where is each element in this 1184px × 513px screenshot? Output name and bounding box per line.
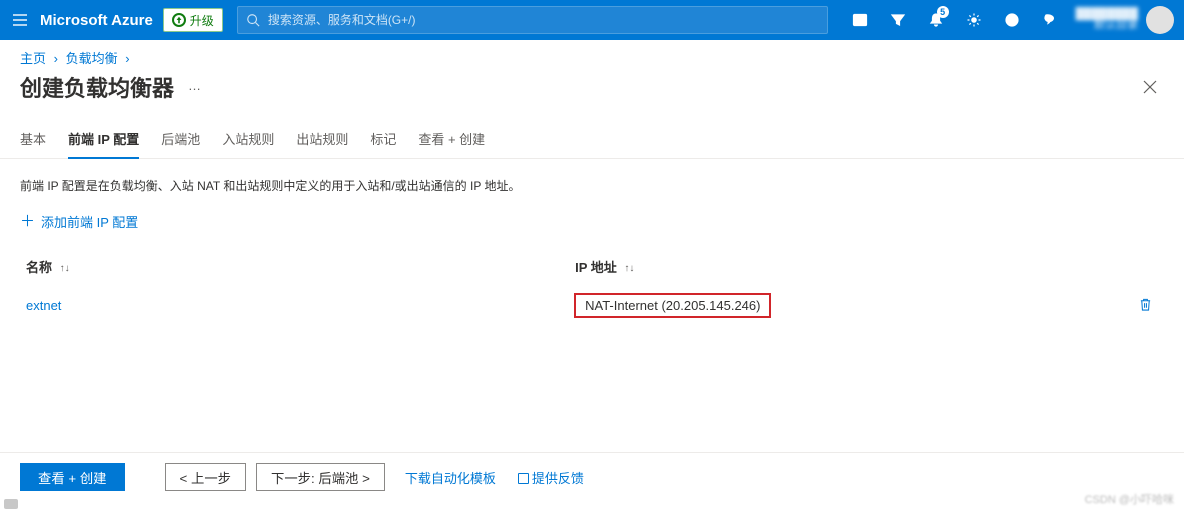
feedback-icon[interactable] <box>1032 0 1068 40</box>
more-actions[interactable]: … <box>188 78 203 93</box>
settings-icon[interactable] <box>956 0 992 40</box>
table-row: extnet NAT-Internet (20.205.145.246) <box>20 284 1164 327</box>
delete-icon[interactable] <box>1139 300 1152 315</box>
download-template-link[interactable]: 下载自动化模板 <box>405 468 496 487</box>
scrollbar-thumb[interactable] <box>4 499 18 509</box>
title-row: 创建负载均衡器 … <box>0 67 1184 105</box>
watermark: CSDN @小吓哈咪 <box>1085 491 1174 507</box>
description: 前端 IP 配置是在负载均衡、入站 NAT 和出站规则中定义的用于入站和/或出站… <box>20 177 1164 194</box>
review-create-button[interactable]: 查看 + 创建 <box>20 463 125 491</box>
search-input[interactable] <box>266 12 819 28</box>
row-name[interactable]: extnet <box>26 298 61 313</box>
search-box[interactable] <box>237 6 828 34</box>
col-delete <box>1118 249 1164 284</box>
upgrade-label: 升级 <box>190 12 214 29</box>
col-name-label: 名称 <box>26 260 52 275</box>
brand[interactable]: Microsoft Azure <box>40 12 153 29</box>
feedback-link[interactable]: 提供反馈 <box>518 468 584 487</box>
tab-tags[interactable]: 标记 <box>370 129 396 158</box>
close-icon[interactable] <box>1136 73 1164 101</box>
add-frontend-ip-button[interactable]: ＋ 添加前端 IP 配置 <box>20 212 138 231</box>
avatar <box>1146 6 1174 34</box>
upgrade-button[interactable]: 升级 <box>163 8 223 32</box>
notification-badge: 5 <box>937 6 949 18</box>
sort-icon: ↑↓ <box>624 263 634 274</box>
breadcrumb-item-home[interactable]: 主页 <box>20 51 46 66</box>
table-header-row: 名称 ↑↓ IP 地址 ↑↓ <box>20 249 1164 284</box>
breadcrumb-sep: › <box>121 51 133 66</box>
notifications-icon[interactable]: 5 <box>918 0 954 40</box>
cloud-shell-icon[interactable] <box>842 0 878 40</box>
tab-basic[interactable]: 基本 <box>20 129 46 158</box>
frontend-ip-table: 名称 ↑↓ IP 地址 ↑↓ extnet NAT-Internet (20.2… <box>20 249 1164 327</box>
tab-outbound-rules[interactable]: 出站规则 <box>296 129 348 158</box>
breadcrumb-item-lb[interactable]: 负载均衡 <box>66 51 118 66</box>
feedback-small-icon <box>518 473 529 484</box>
col-ip[interactable]: IP 地址 ↑↓ <box>569 249 1118 284</box>
account-area[interactable]: ████████默认目录 <box>1070 6 1174 34</box>
content: 前端 IP 配置是在负载均衡、入站 NAT 和出站规则中定义的用于入站和/或出站… <box>0 159 1184 327</box>
topbar: Microsoft Azure 升级 5 ██ <box>0 0 1184 40</box>
tabs: 基本 前端 IP 配置 后端池 入站规则 出站规则 标记 查看 + 创建 <box>0 105 1184 159</box>
next-button[interactable]: 下一步: 后端池 > <box>256 463 385 491</box>
add-label: 添加前端 IP 配置 <box>41 212 138 231</box>
filter-icon[interactable] <box>880 0 916 40</box>
search-icon <box>246 13 260 27</box>
tab-review-create[interactable]: 查看 + 创建 <box>418 129 485 158</box>
help-icon[interactable] <box>994 0 1030 40</box>
tab-frontend-ip[interactable]: 前端 IP 配置 <box>68 129 139 158</box>
upgrade-icon <box>172 13 186 27</box>
tab-backend-pool[interactable]: 后端池 <box>161 129 200 158</box>
footer: 查看 + 创建 < 上一步 下一步: 后端池 > 下载自动化模板 提供反馈 <box>0 452 1184 491</box>
row-ip: NAT-Internet (20.205.145.246) <box>575 294 770 317</box>
topbar-actions: 5 ████████默认目录 <box>842 0 1174 40</box>
col-ip-label: IP 地址 <box>575 260 617 275</box>
page-title: 创建负载均衡器 <box>20 71 174 103</box>
breadcrumb: 主页 › 负载均衡 › <box>0 40 1184 67</box>
breadcrumb-sep: › <box>50 51 62 66</box>
prev-button[interactable]: < 上一步 <box>165 463 246 491</box>
sort-icon: ↑↓ <box>60 263 70 274</box>
menu-icon[interactable] <box>10 10 30 30</box>
feedback-label: 提供反馈 <box>532 471 584 486</box>
plus-icon: ＋ <box>20 215 35 229</box>
account-text: ████████默认目录 <box>1076 9 1138 31</box>
col-name[interactable]: 名称 ↑↓ <box>20 249 569 284</box>
tab-inbound-rules[interactable]: 入站规则 <box>222 129 274 158</box>
